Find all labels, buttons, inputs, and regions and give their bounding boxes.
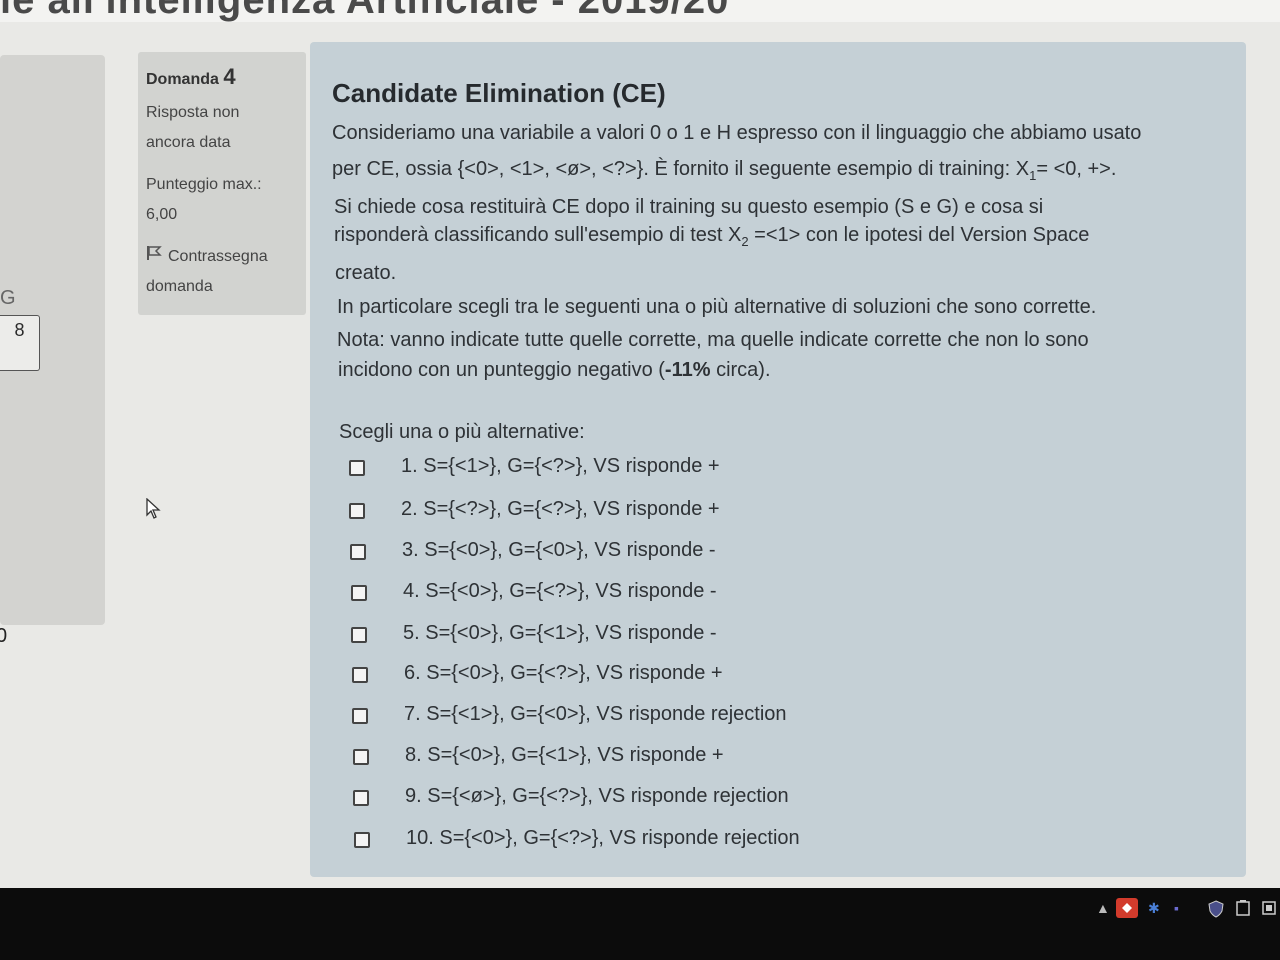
option-4-label[interactable]: 4. S={<0>}, G={<?>}, VS risponde - xyxy=(403,580,717,603)
arrow-up-icon[interactable]: ▲ xyxy=(1096,900,1110,916)
question-title: Candidate Elimination (CE) xyxy=(332,78,666,108)
option-10-label[interactable]: 10. S={<0>}, G={<?>}, VS risponde reject… xyxy=(406,827,800,850)
answer-status-line1: Risposta non xyxy=(146,104,240,121)
battery-icon[interactable] xyxy=(1236,900,1250,919)
option-1-checkbox[interactable] xyxy=(349,460,365,476)
bluetooth-icon[interactable]: ✱ xyxy=(1148,900,1160,917)
question-number-label: Domanda xyxy=(146,71,219,88)
question-text-p3-line3b: circa). xyxy=(710,359,771,381)
flag-question-link[interactable]: Contrassegna domanda xyxy=(146,242,298,302)
option-1-label[interactable]: 1. S={<1>}, G={<?>}, VS risponde + xyxy=(401,455,720,478)
flag-icon xyxy=(146,242,162,272)
nav-truncated-label: 0 xyxy=(0,625,8,647)
question-text-p1-line2: per CE, ossia {<0>, <1>, <ø>, <?>}. È fo… xyxy=(332,158,1116,183)
question-text-p2-line2a: risponderà classificando sull'esempio di… xyxy=(334,224,742,246)
answer-status-line2: ancora data xyxy=(146,134,231,151)
option-8-label[interactable]: 8. S={<0>}, G={<1>}, VS risponde + xyxy=(405,744,724,767)
question-number-value: 4 xyxy=(223,64,236,89)
option-10-checkbox[interactable] xyxy=(354,832,370,848)
question-text-p1-line1: Consideriamo una variabile a valori 0 o … xyxy=(332,122,1142,144)
option-5-label[interactable]: 5. S={<0>}, G={<1>}, VS risponde - xyxy=(403,622,717,645)
option-8-checkbox[interactable] xyxy=(353,749,369,765)
question-text-p2-line2b: =<1> con le ipotesi del Version Space xyxy=(748,224,1090,246)
option-6-label[interactable]: 6. S={<0>}, G={<?>}, VS risponde + xyxy=(404,662,723,685)
page-header: le all'intelligenza Artificiale - 2019/2… xyxy=(0,0,1280,22)
option-9-checkbox[interactable] xyxy=(353,790,369,806)
question-text-p3-line1: In particolare scegli tra le seguenti un… xyxy=(337,296,1097,318)
taskbar: ▲ ✱ ▪ xyxy=(0,888,1280,960)
course-title: le all'intelligenza Artificiale - 2019/2… xyxy=(0,0,730,22)
question-text-p2-line2: risponderà classificando sull'esempio di… xyxy=(334,224,1089,249)
option-3-label[interactable]: 3. S={<0>}, G={<0>}, VS risponde - xyxy=(402,539,716,562)
app-icon[interactable] xyxy=(1116,898,1138,921)
option-3-checkbox[interactable] xyxy=(350,544,366,560)
question-panel: Candidate Elimination (CE) Consideriamo … xyxy=(310,42,1246,877)
mouse-cursor-icon xyxy=(146,497,162,525)
question-text-p3-line3: incidono con un punteggio negativo (-11%… xyxy=(338,359,771,382)
choose-alternatives-label: Scegli una o più alternative: xyxy=(339,421,585,443)
question-text-p3-line3a: incidono con un punteggio negativo ( xyxy=(338,359,665,381)
question-text-p3-line2: Nota: vanno indicate tutte quelle corret… xyxy=(337,329,1089,351)
penalty-percent: -11% xyxy=(664,359,711,381)
option-2-checkbox[interactable] xyxy=(349,503,365,519)
question-number: Domanda 4 xyxy=(146,64,298,90)
x2-subscript: 2 xyxy=(741,234,749,249)
option-5-checkbox[interactable] xyxy=(351,627,367,643)
quiz-navigation-panel: G 8 0 xyxy=(0,55,105,647)
question-info-box: Domanda 4 Risposta non ancora data Punte… xyxy=(138,52,306,315)
option-2-label[interactable]: 2. S={<?>}, G={<?>}, VS risponde + xyxy=(401,498,720,521)
option-7-label[interactable]: 7. S={<1>}, G={<0>}, VS risponde rejecti… xyxy=(404,703,787,726)
question-text-p1-line2a: per CE, ossia {<0>, <1>, <ø>, <?>}. È fo… xyxy=(332,158,1030,180)
question-text-p2-line1: Si chiede cosa restituirà CE dopo il tra… xyxy=(334,196,1044,218)
question-nav-button-8[interactable]: 8 xyxy=(0,315,40,371)
nav-section-label: G xyxy=(0,287,16,309)
keyboard-icon[interactable] xyxy=(1262,900,1276,919)
shield-icon[interactable] xyxy=(1208,900,1224,921)
max-score-label: Punteggio max.: xyxy=(146,176,262,193)
question-text-p1-line2b: = <0, +>. xyxy=(1036,158,1117,180)
flag-label-line1[interactable]: Contrassegna xyxy=(168,248,268,265)
option-9-label[interactable]: 9. S={<ø>}, G={<?>}, VS risponde rejecti… xyxy=(405,785,789,808)
question-text-p2-line3: creato. xyxy=(335,262,397,284)
network-icon[interactable]: ▪ xyxy=(1174,900,1179,916)
flag-label-line2[interactable]: domanda xyxy=(146,272,298,302)
max-score-value: 6,00 xyxy=(146,206,178,223)
option-7-checkbox[interactable] xyxy=(352,708,368,724)
option-6-checkbox[interactable] xyxy=(352,667,368,683)
option-4-checkbox[interactable] xyxy=(351,585,367,601)
